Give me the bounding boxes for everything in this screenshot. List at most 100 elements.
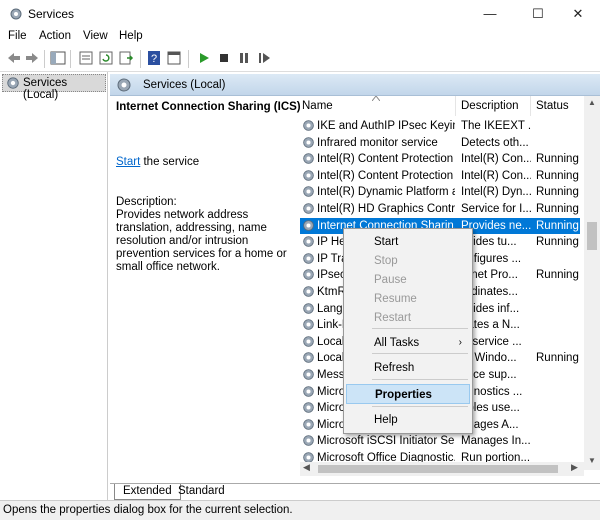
window-title: Services	[28, 7, 75, 21]
services-gear-icon	[117, 78, 131, 92]
menu-item-help[interactable]: Help	[346, 410, 470, 430]
menu-separator	[372, 353, 468, 354]
description-label: Description:	[116, 196, 177, 208]
vertical-scrollbar[interactable]: ▲ ▼	[584, 96, 600, 470]
service-description: The IKEEXT ...	[461, 120, 531, 132]
panel-header: Services (Local)	[110, 74, 600, 96]
table-row[interactable]: Intel(R) Content Protection ... Intel(R) …	[300, 151, 580, 168]
service-name: Microsoft iSCSI Initiator Ser...	[317, 435, 455, 448]
service-status: Running	[536, 352, 579, 365]
scroll-down-icon[interactable]: ▼	[588, 456, 596, 465]
menu-separator	[372, 379, 468, 380]
service-gear-icon	[303, 435, 314, 447]
service-gear-icon	[303, 236, 314, 247]
view-tabs: Extended Standard	[110, 483, 600, 500]
table-row[interactable]: Infrared monitor service Detects oth...	[300, 135, 580, 152]
start-service-suffix: the service	[140, 156, 200, 168]
close-icon: ✕	[572, 6, 584, 21]
scroll-right-icon[interactable]: ▶	[571, 462, 578, 473]
forward-arrow-icon[interactable]	[24, 50, 40, 66]
menu-item-pause[interactable]: Pause	[346, 270, 470, 290]
service-gear-icon	[303, 402, 314, 413]
export-list-icon[interactable]	[118, 50, 134, 66]
minimize-button[interactable]: —	[468, 0, 512, 28]
menu-file[interactable]: File	[8, 30, 27, 42]
submenu-arrow-icon: ›	[458, 337, 462, 348]
menu-item-stop[interactable]: Stop	[346, 251, 470, 271]
service-gear-icon	[303, 286, 314, 297]
service-status: Running	[536, 153, 579, 166]
service-description: Detects oth...	[461, 136, 529, 149]
column-header-description[interactable]: Description	[461, 96, 519, 116]
restart-service-icon[interactable]	[256, 50, 272, 66]
pause-service-icon[interactable]	[236, 50, 252, 66]
menu-item-all-tasks[interactable]: All Tasks ›	[346, 333, 470, 353]
table-row[interactable]: Microsoft iSCSI Initiator Ser... Manages …	[300, 433, 580, 450]
service-description: Intel(R) Con...	[461, 153, 531, 166]
status-bar: Opens the properties dialog box for the …	[0, 500, 600, 520]
minimize-icon: —	[483, 6, 497, 21]
start-service-link[interactable]: Start	[116, 156, 140, 168]
column-header-name[interactable]: Name	[302, 96, 333, 116]
menu-action[interactable]: Action	[39, 30, 71, 42]
service-status: Running	[536, 186, 579, 199]
menu-separator	[372, 328, 468, 329]
service-name: Intel(R) Dynamic Platform a...	[317, 186, 455, 199]
services-gear-icon	[10, 8, 22, 20]
service-gear-icon	[303, 219, 314, 231]
back-arrow-icon[interactable]	[6, 50, 22, 66]
service-name: IKE and AuthIP IPsec Keying...	[317, 120, 455, 132]
service-gear-icon	[303, 385, 314, 397]
tree-item-label: Services (Local)	[23, 77, 68, 101]
tab-standard[interactable]: Standard	[170, 484, 233, 500]
selected-service-title: Internet Connection Sharing (ICS)	[116, 101, 301, 113]
service-status: Running	[536, 219, 579, 232]
menu-view[interactable]: View	[83, 30, 108, 42]
service-name: Intel(R) HD Graphics Contro...	[317, 203, 455, 215]
stop-service-icon[interactable]	[216, 50, 232, 66]
service-gear-icon	[303, 336, 314, 347]
console-window-icon[interactable]	[166, 50, 182, 66]
service-gear-icon	[303, 269, 314, 281]
service-status: Running	[536, 169, 579, 182]
tree-item-services-local[interactable]: Services (Local)	[2, 74, 106, 101]
menu-item-resume[interactable]: Resume	[346, 289, 470, 309]
menu-help[interactable]: Help	[119, 30, 143, 42]
horizontal-scrollbar[interactable]: ◀ ▶	[300, 462, 584, 476]
menu-bar: File Action View Help	[0, 28, 600, 46]
menu-item-start[interactable]: Start	[346, 232, 470, 252]
menu-item-restart[interactable]: Restart	[346, 308, 470, 328]
show-hide-console-tree-icon[interactable]	[50, 50, 66, 66]
scroll-up-icon[interactable]: ▲	[588, 98, 596, 107]
scroll-thumb[interactable]	[587, 222, 597, 250]
service-gear-icon	[303, 120, 314, 131]
table-row[interactable]: Intel(R) Content Protection ... Intel(R) …	[300, 168, 580, 185]
service-gear-icon	[303, 170, 314, 181]
menu-item-properties[interactable]: Properties	[346, 384, 470, 404]
start-service-icon[interactable]	[196, 50, 212, 66]
svg-text:?: ?	[151, 53, 157, 65]
toolbar: ?	[0, 46, 600, 72]
service-gear-icon	[303, 153, 314, 164]
properties-sheet-icon[interactable]	[78, 50, 94, 66]
close-button[interactable]: ✕	[556, 0, 600, 28]
sort-ascending-icon	[372, 96, 380, 101]
help-icon[interactable]: ?	[146, 50, 162, 66]
table-row[interactable]: Intel(R) Dynamic Platform a... Intel(R) D…	[300, 184, 580, 201]
refresh-icon[interactable]	[98, 50, 114, 66]
service-gear-icon	[303, 319, 314, 330]
menu-item-refresh[interactable]: Refresh	[346, 358, 470, 378]
column-header-status[interactable]: Status	[536, 96, 569, 116]
service-description: Service for I...	[461, 203, 531, 215]
table-row[interactable]: Intel(R) HD Graphics Contro... Service fo…	[300, 201, 580, 218]
scroll-left-icon[interactable]: ◀	[303, 462, 310, 473]
maximize-button[interactable]: ☐	[516, 0, 560, 28]
service-gear-icon	[303, 369, 314, 380]
title-bar: Services — ☐ ✕	[0, 0, 600, 28]
h-scroll-thumb[interactable]	[318, 465, 558, 473]
console-tree: Services (Local)	[0, 72, 108, 500]
table-row[interactable]: IKE and AuthIP IPsec Keying... The IKEEXT…	[300, 118, 580, 135]
service-gear-icon	[303, 419, 314, 430]
service-gear-icon	[303, 352, 314, 364]
menu-item-all-tasks-label: All Tasks	[374, 337, 420, 349]
